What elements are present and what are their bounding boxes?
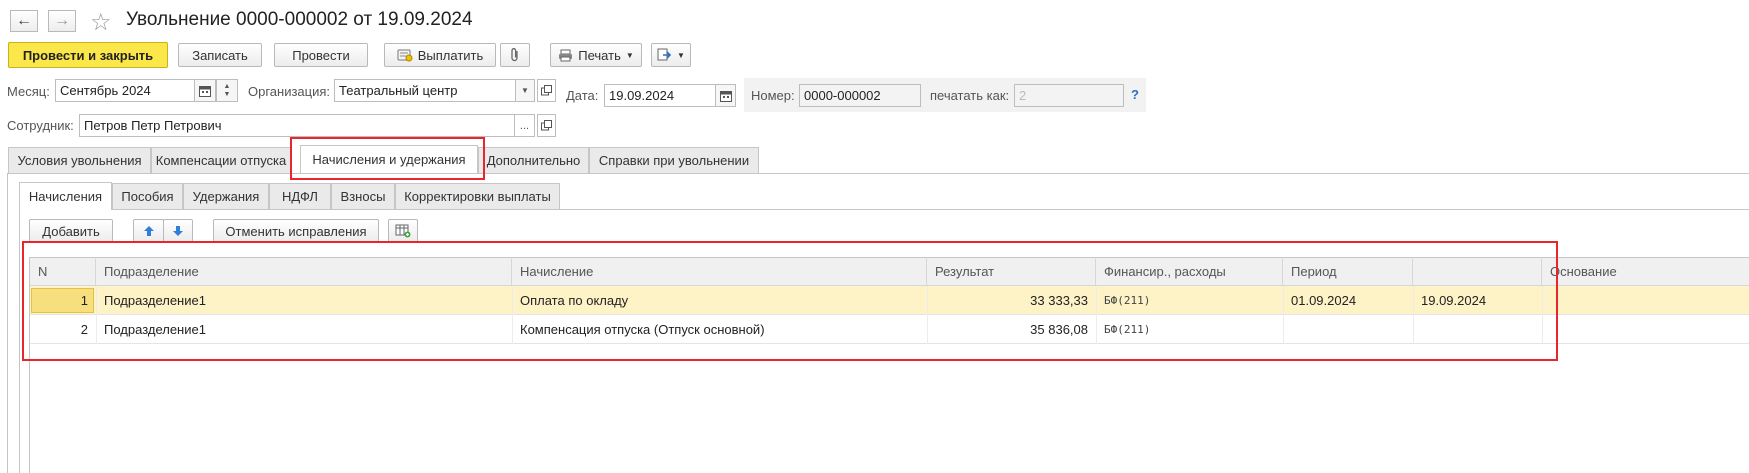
cell-basis <box>1542 286 1749 314</box>
calendar-icon <box>719 90 732 102</box>
month-input[interactable]: Сентябрь 2024 <box>55 79 195 102</box>
star-icon[interactable]: ☆ <box>90 8 112 37</box>
tab-additional[interactable]: Дополнительно <box>478 147 589 173</box>
subtab-payment-adjustments[interactable]: Корректировки выплаты <box>395 183 560 209</box>
table-highlight-box <box>22 241 1558 361</box>
move-down-button[interactable] <box>163 219 193 243</box>
cancel-corrections-button[interactable]: Отменить исправления <box>213 219 379 243</box>
post-and-close-button[interactable]: Провести и закрыть <box>8 42 168 68</box>
date-calendar-button[interactable] <box>715 84 736 107</box>
table-settings-button[interactable] <box>388 219 418 243</box>
post-button[interactable]: Провести <box>274 43 368 67</box>
page-title: Увольнение 0000-000002 от 19.09.2024 <box>126 9 473 30</box>
subtab-contributions[interactable]: Взносы <box>331 183 395 209</box>
paperclip-icon <box>509 47 521 63</box>
subtabs-baseline <box>19 209 1749 210</box>
number-label: Номер: <box>751 88 795 103</box>
attach-button[interactable] <box>500 43 530 67</box>
tab-highlight-box <box>290 137 485 180</box>
org-open-button[interactable] <box>537 79 556 102</box>
print-button[interactable]: Печать ▼ <box>550 43 642 67</box>
org-dropdown-button[interactable]: ▼ <box>515 79 535 102</box>
open-form-icon <box>541 120 552 131</box>
add-button[interactable]: Добавить <box>29 219 113 243</box>
pay-icon <box>397 48 413 62</box>
subtab-ndfl[interactable]: НДФЛ <box>269 183 331 209</box>
print-as-label: печатать как: <box>930 88 1010 103</box>
print-as-input[interactable]: 2 <box>1014 84 1124 107</box>
date-input[interactable]: 19.09.2024 <box>604 84 716 107</box>
employee-select-button[interactable]: ... <box>514 114 535 137</box>
print-label: Печать <box>578 47 621 63</box>
pay-label: Выплатить <box>417 47 484 63</box>
save-button[interactable]: Записать <box>178 43 262 67</box>
chevron-down-icon: ▼ <box>677 50 685 60</box>
calendar-icon <box>199 85 211 97</box>
org-label: Организация: <box>248 84 331 99</box>
subtab-deductions[interactable]: Удержания <box>183 183 269 209</box>
forward-button[interactable]: → <box>48 10 76 32</box>
arrow-right-icon: → <box>54 12 70 29</box>
subtab-panel-border <box>19 209 20 473</box>
employee-input[interactable]: Петров Петр Петрович <box>79 114 515 137</box>
help-icon[interactable]: ? <box>1131 87 1139 102</box>
tab-panel-border <box>7 173 8 473</box>
printer-icon <box>558 49 573 62</box>
cell-basis <box>1542 315 1749 343</box>
move-up-button[interactable] <box>133 219 164 243</box>
employee-label: Сотрудник: <box>7 118 74 133</box>
chevron-down-icon: ▼ <box>521 86 529 95</box>
tabs-baseline <box>7 173 1749 174</box>
tab-vacation-compensation[interactable]: Компенсации отпуска <box>151 147 291 173</box>
month-spinner[interactable]: ▲ ▼ <box>216 79 238 102</box>
arrow-left-icon: ← <box>16 12 32 29</box>
subtab-accruals[interactable]: Начисления <box>19 182 112 210</box>
date-label: Дата: <box>566 88 599 103</box>
org-input[interactable]: Театральный центр <box>334 79 516 102</box>
chevron-down-icon: ▼ <box>625 50 634 60</box>
month-label: Месяц: <box>7 84 50 99</box>
back-button[interactable]: ← <box>10 10 38 32</box>
tab-termination-conditions[interactable]: Условия увольнения <box>8 147 151 173</box>
employee-open-button[interactable] <box>537 114 556 137</box>
spin-up-icon: ▲ <box>223 82 231 90</box>
arrow-up-icon <box>143 225 155 237</box>
open-form-icon <box>541 85 552 96</box>
table-settings-icon <box>395 224 411 238</box>
pay-button[interactable]: Выплатить <box>384 43 496 67</box>
calendar-button[interactable] <box>194 79 216 102</box>
create-based-on-button[interactable]: ▼ <box>651 43 691 67</box>
spin-down-icon: ▼ <box>223 90 231 98</box>
tab-termination-certificates[interactable]: Справки при увольнении <box>589 147 759 173</box>
column-header-basis[interactable]: Основание <box>1542 257 1749 285</box>
number-input[interactable]: 0000-000002 <box>799 84 921 107</box>
create-based-on-icon <box>657 48 672 62</box>
arrow-down-icon <box>172 225 184 237</box>
subtab-benefits[interactable]: Пособия <box>112 183 183 209</box>
